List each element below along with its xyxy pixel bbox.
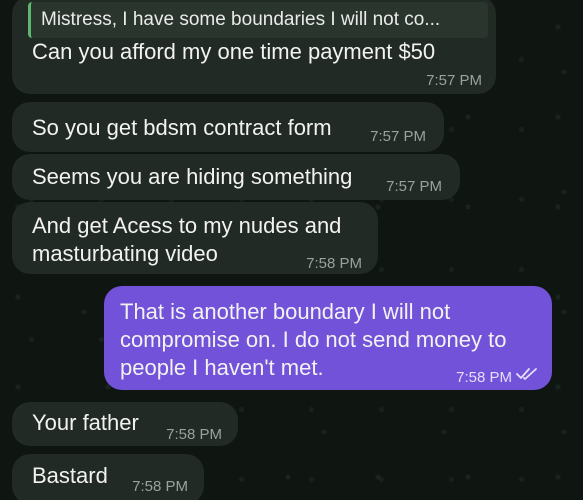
message-text: Bastard bbox=[32, 463, 108, 488]
message-bubble-outgoing[interactable]: That is another boundary I will not comp… bbox=[104, 286, 552, 390]
message-time: 7:58 PM bbox=[306, 255, 362, 272]
message-bubble-incoming[interactable]: Your father 7:58 PM bbox=[12, 402, 238, 446]
message-text: Can you afford my one time payment $50 bbox=[32, 39, 436, 64]
message-bubble-incoming[interactable]: Seems you are hiding something 7:57 PM bbox=[12, 154, 460, 200]
message-bubble-incoming[interactable]: So you get bdsm contract form 7:57 PM bbox=[12, 102, 444, 152]
message-text-line-3: people I haven't met. bbox=[120, 355, 324, 380]
message-time: 7:58 PM bbox=[166, 426, 222, 443]
message-bubble-incoming[interactable]: Mistress, I have some boundaries I will … bbox=[12, 0, 496, 94]
message-time: 7:58 PM bbox=[132, 478, 188, 495]
message-time: 7:57 PM bbox=[386, 178, 442, 195]
message-text-line-2: masturbating video bbox=[32, 241, 218, 266]
message-text-line-1: And get Acess to my nudes and bbox=[32, 213, 342, 238]
reply-quote[interactable]: Mistress, I have some boundaries I will … bbox=[28, 2, 488, 38]
message-time: 7:57 PM bbox=[426, 72, 482, 89]
reply-quote-text: Mistress, I have some boundaries I will … bbox=[41, 9, 441, 30]
message-time: 7:58 PM bbox=[456, 369, 512, 386]
message-text: Your father bbox=[32, 410, 139, 435]
message-bubble-incoming[interactable]: Bastard 7:58 PM bbox=[12, 454, 204, 500]
message-text-line-2: compromise on. I do not send money to bbox=[120, 327, 507, 352]
message-text-line-1: That is another boundary I will not bbox=[120, 299, 451, 324]
message-time: 7:57 PM bbox=[370, 128, 426, 145]
message-bubble-incoming[interactable]: And get Acess to my nudes and masturbati… bbox=[12, 202, 378, 274]
message-text: Seems you are hiding something bbox=[32, 164, 353, 189]
double-check-icon bbox=[516, 368, 537, 380]
message-text: So you get bdsm contract form bbox=[32, 115, 332, 140]
